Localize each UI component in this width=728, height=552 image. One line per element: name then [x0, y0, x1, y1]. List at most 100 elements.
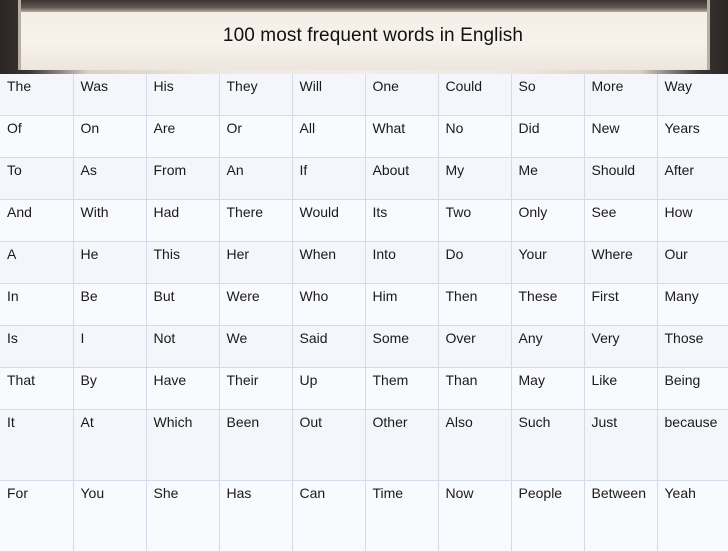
table-row: To As From An If About My Me Should After: [0, 157, 728, 200]
table-row: That By Have Their Up Them Than May Like Being: [0, 367, 728, 410]
word-cell: All: [292, 115, 366, 158]
word-table: The Was His They Will One Could So More Way Of On Ar…: [0, 74, 728, 552]
word-cell: This: [146, 241, 220, 284]
word-cell: Can: [292, 480, 366, 552]
word-cell: Is: [0, 325, 74, 368]
word-cell: May: [511, 367, 585, 410]
table-row: A He This Her When Into Do Your Where Our: [0, 241, 728, 284]
word-cell: After: [657, 157, 728, 200]
word-cell: What: [365, 115, 439, 158]
table-row: It At Which Been Out Other Also Such Just because: [0, 409, 728, 481]
word-cell: More: [584, 74, 658, 116]
word-cell: Him: [365, 283, 439, 326]
table-row: Is I Not We Said Some Over Any Very Those: [0, 325, 728, 368]
word-cell: Two: [438, 199, 512, 242]
word-cell: For: [0, 480, 74, 552]
word-cell: Should: [584, 157, 658, 200]
word-cell: Any: [511, 325, 585, 368]
word-cell: The: [0, 74, 74, 116]
word-cell: We: [219, 325, 293, 368]
word-cell: There: [219, 199, 293, 242]
word-cell: Yeah: [657, 480, 728, 552]
word-cell: At: [73, 409, 147, 481]
word-cell: Had: [146, 199, 220, 242]
word-cell: Would: [292, 199, 366, 242]
word-cell: Only: [511, 199, 585, 242]
word-cell: Between: [584, 480, 658, 552]
word-cell: Who: [292, 283, 366, 326]
word-cell: Its: [365, 199, 439, 242]
word-cell: Your: [511, 241, 585, 284]
table-row: In Be But Were Who Him Then These First Many: [0, 283, 728, 326]
word-cell: Are: [146, 115, 220, 158]
banner-top-strip: [21, 0, 707, 12]
word-cell: New: [584, 115, 658, 158]
word-cell: Where: [584, 241, 658, 284]
word-cell: Me: [511, 157, 585, 200]
word-cell: A: [0, 241, 74, 284]
word-cell: Has: [219, 480, 293, 552]
word-cell: Time: [365, 480, 439, 552]
word-cell: Or: [219, 115, 293, 158]
word-cell: Not: [146, 325, 220, 368]
word-cell: Such: [511, 409, 585, 481]
word-cell: Do: [438, 241, 512, 284]
word-cell: From: [146, 157, 220, 200]
word-cell: Did: [511, 115, 585, 158]
word-cell: He: [73, 241, 147, 284]
word-cell: His: [146, 74, 220, 116]
word-cell: By: [73, 367, 147, 410]
word-cell: Which: [146, 409, 220, 481]
word-cell: Out: [292, 409, 366, 481]
word-cell: On: [73, 115, 147, 158]
word-cell: Their: [219, 367, 293, 410]
word-cell: Being: [657, 367, 728, 410]
word-cell: Also: [438, 409, 512, 481]
word-cell: Our: [657, 241, 728, 284]
word-cell: In: [0, 283, 74, 326]
word-cell: Over: [438, 325, 512, 368]
word-cell: That: [0, 367, 74, 410]
word-cell: If: [292, 157, 366, 200]
page-title: 100 most frequent words in English: [222, 25, 524, 46]
word-cell: See: [584, 199, 658, 242]
title-banner: 100 most frequent words in English: [0, 0, 728, 74]
word-cell: It: [0, 409, 74, 481]
word-cell: Other: [365, 409, 439, 481]
word-cell: Now: [438, 480, 512, 552]
word-cell: Up: [292, 367, 366, 410]
word-cell: As: [73, 157, 147, 200]
word-cell: Some: [365, 325, 439, 368]
word-cell: These: [511, 283, 585, 326]
word-cell: because: [657, 409, 728, 481]
word-cell: Been: [219, 409, 293, 481]
word-cell: About: [365, 157, 439, 200]
word-cell: My: [438, 157, 512, 200]
word-cell: With: [73, 199, 147, 242]
word-cell: Were: [219, 283, 293, 326]
word-cell: But: [146, 283, 220, 326]
word-cell: Those: [657, 325, 728, 368]
table-row: And With Had There Would Its Two Only See How: [0, 199, 728, 242]
word-cell: Years: [657, 115, 728, 158]
word-cell: Her: [219, 241, 293, 284]
word-cell: She: [146, 480, 220, 552]
table-row: The Was His They Will One Could So More Way: [0, 74, 728, 116]
word-cell: Then: [438, 283, 512, 326]
word-cell: Could: [438, 74, 512, 116]
word-cell: Many: [657, 283, 728, 326]
word-cell: Just: [584, 409, 658, 481]
word-cell: An: [219, 157, 293, 200]
table-row: Of On Are Or All What No Did New Years: [0, 115, 728, 158]
word-cell: Like: [584, 367, 658, 410]
word-cell: To: [0, 157, 74, 200]
word-cell: And: [0, 199, 74, 242]
word-cell: No: [438, 115, 512, 158]
word-cell: How: [657, 199, 728, 242]
word-cell: Have: [146, 367, 220, 410]
word-cell: I: [73, 325, 147, 368]
word-cell: You: [73, 480, 147, 552]
word-cell: One: [365, 74, 439, 116]
word-cell: When: [292, 241, 366, 284]
word-table-body: The Was His They Will One Could So More Way Of On Ar…: [0, 74, 728, 552]
